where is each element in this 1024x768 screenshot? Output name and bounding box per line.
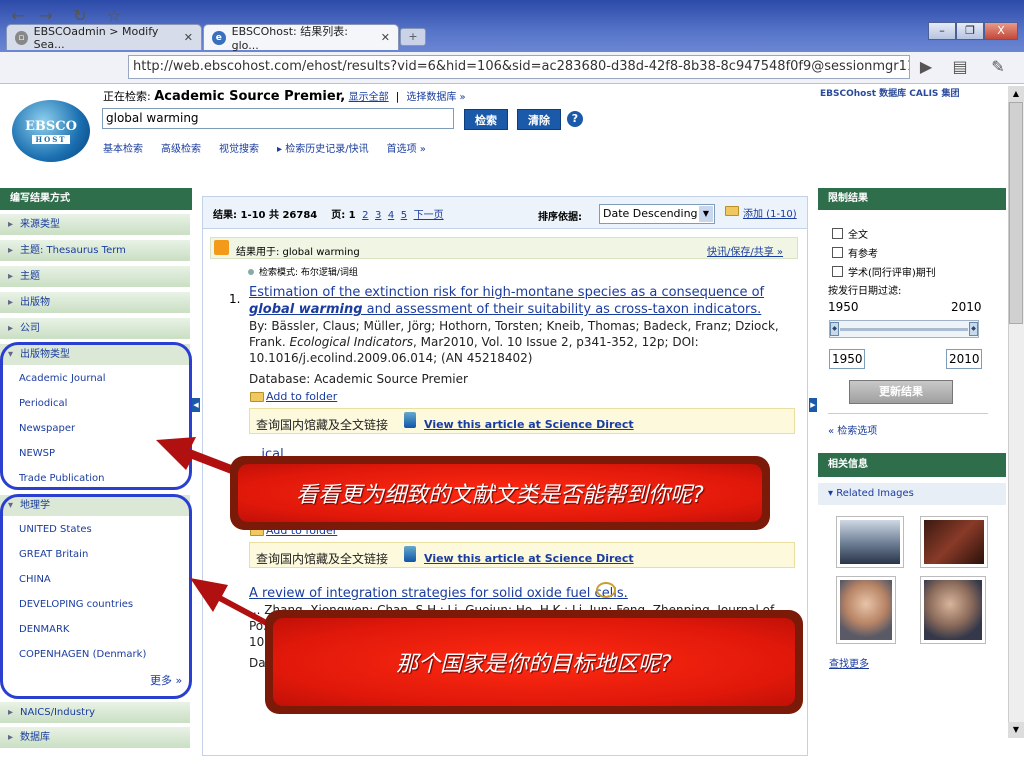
callout-geography: 那个国家是你的目标地区呢?	[265, 610, 803, 714]
callout-text: 看看更为细致的文献文类是否能帮到你呢?	[238, 464, 762, 522]
callout-publication-type: 看看更为细致的文献文类是否能帮到你呢?	[230, 456, 770, 530]
callout-text: 那个国家是你的目标地区呢?	[273, 618, 795, 706]
